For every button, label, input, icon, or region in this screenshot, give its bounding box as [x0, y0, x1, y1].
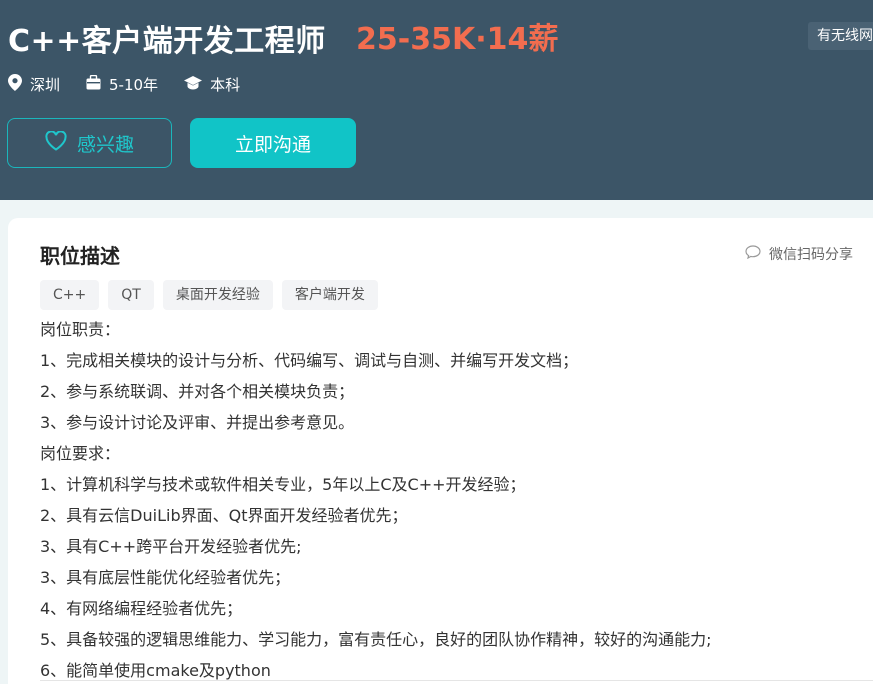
share-label: 微信扫码分享 [769, 247, 853, 263]
graduation-cap-icon [184, 75, 210, 94]
chat-bubble-icon [745, 245, 769, 263]
description-line: 1、计算机科学与技术或软件相关专业，5年以上C及C++开发经验； [40, 475, 526, 494]
chat-now-button[interactable]: 立即沟通 [190, 118, 356, 168]
description-line: 岗位要求： [40, 444, 121, 463]
job-description-card: 职位描述 微信扫码分享 C++ QT 桌面开发经验 客户端开发 岗位职责： 1、… [8, 218, 873, 684]
description-line: 4、有网络编程经验者优先； [40, 599, 243, 618]
job-title: C++客户端开发工程师 [8, 24, 326, 59]
description-line: 岗位职责： [40, 320, 121, 339]
divider [40, 680, 873, 681]
job-meta: 深圳 5-10年 本科 [8, 74, 266, 95]
description-line: 2、具有云信DuiLib界面、Qt界面开发经验者优先； [40, 506, 408, 525]
skill-tag: 客户端开发 [281, 280, 378, 310]
experience-text: 5-10年 [109, 76, 159, 94]
skill-tag: QT [108, 280, 154, 310]
interest-button[interactable]: 感兴趣 [7, 118, 172, 168]
description-line: 3、具有底层性能优化经验者优先； [40, 568, 291, 587]
meta-location: 深圳 [8, 74, 60, 95]
description-line: 3、参与设计讨论及评审、并提出参考意见。 [40, 413, 355, 432]
salary: 25-35K·14薪 [356, 22, 559, 57]
education-text: 本科 [210, 76, 241, 94]
description-line: 1、完成相关模块的设计与分析、代码编写、调试与自测、并编写开发文档； [40, 351, 579, 370]
benefit-tag: 有无线网 [808, 22, 873, 50]
briefcase-icon [86, 74, 109, 94]
location-text: 深圳 [30, 76, 61, 94]
job-header: C++客户端开发工程师 25-35K·14薪 有无线网 深圳 5-10年 本科 … [0, 0, 873, 200]
meta-experience: 5-10年 [86, 74, 158, 95]
description-line: 3、具有C++跨平台开发经验者优先; [40, 537, 302, 556]
skill-tag: C++ [40, 280, 100, 310]
skill-tags: C++ QT 桌面开发经验 客户端开发 [40, 280, 387, 310]
description-line: 2、参与系统联调、并对各个相关模块负责； [40, 382, 355, 401]
meta-education: 本科 [184, 74, 240, 95]
wechat-share-button[interactable]: 微信扫码分享 [745, 244, 853, 264]
skill-tag: 桌面开发经验 [162, 280, 273, 310]
location-pin-icon [8, 74, 30, 95]
section-title: 职位描述 [40, 244, 120, 268]
description-line: 5、具备较强的逻辑思维能力、学习能力，富有责任心，良好的团队协作精神，较好的沟通… [40, 630, 712, 649]
interest-label: 感兴趣 [76, 133, 134, 156]
heart-icon [45, 129, 77, 156]
job-description: 岗位职责： 1、完成相关模块的设计与分析、代码编写、调试与自测、并编写开发文档；… [40, 314, 840, 684]
